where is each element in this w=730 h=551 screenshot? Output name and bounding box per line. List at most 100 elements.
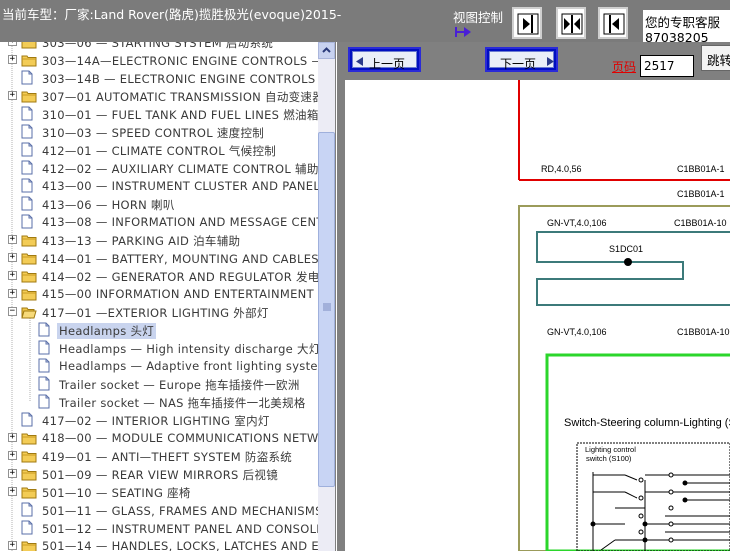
tree-child-item[interactable]: Headlamps — High intensity discharge 大灯 … xyxy=(0,339,318,357)
expand-right-icon xyxy=(517,13,539,35)
folder-icon xyxy=(21,541,37,551)
expand-icon[interactable]: + xyxy=(8,487,17,496)
tree-item[interactable]: 501—12 — INSTRUMENT PANEL AND CONSOLE 仪表… xyxy=(0,519,318,537)
folder-icon xyxy=(21,451,37,463)
tree-item-label: 413—00 — INSTRUMENT CLUSTER AND PANEL IL… xyxy=(42,179,318,193)
tree-item-label: 501—10 — SEATING 座椅 xyxy=(42,486,191,500)
tree-item-label: 413—13 — PARKING AID 泊车辅助 xyxy=(42,234,241,248)
tree-item[interactable]: 310—01 — FUEL TANK AND FUEL LINES 燃油箱和燃油… xyxy=(0,105,318,123)
tree-item[interactable]: +501—09 — REAR VIEW MIRRORS 后视镜 xyxy=(0,465,318,483)
tree-item[interactable]: 501—11 — GLASS, FRAMES AND MECHANISMS 玻璃 xyxy=(0,501,318,519)
tree-item-label: 419—01 — ANTI—THEFT SYSTEM 防盗系统 xyxy=(42,450,293,464)
expand-icon[interactable]: + xyxy=(8,235,17,244)
expand-icon[interactable]: + xyxy=(8,451,17,460)
tree-item-label: 414—01 — BATTERY, MOUNTING AND CABLES 蓄电… xyxy=(42,252,318,266)
tree-scrollbar[interactable] xyxy=(318,42,335,551)
customer-service-label: 您的专职客服 xyxy=(645,15,721,30)
diagram-viewer: 上一页 下一页 页码 跳转 RD,4.0,56 C1BB01A-1 C1BB01… xyxy=(337,42,730,551)
tree-item[interactable]: 413—00 — INSTRUMENT CLUSTER AND PANEL IL… xyxy=(0,177,318,195)
expand-icon[interactable]: + xyxy=(8,253,17,262)
expand-icon[interactable]: + xyxy=(8,271,17,280)
tree-item-label: 310—01 — FUEL TANK AND FUEL LINES 燃油箱和燃油… xyxy=(42,108,318,122)
splice-section: GN-VT,4.0,106 C1BB01A-10 S1DC01 GN-VT,4.… xyxy=(518,205,730,551)
tree-item[interactable]: +501—14 — HANDLES, LOCKS, LATCHES AND EN… xyxy=(0,537,318,551)
collapse-icon[interactable]: − xyxy=(8,307,17,316)
jump-button[interactable]: 跳转 xyxy=(701,45,730,71)
tree-item[interactable]: − 417—01 —EXTERIOR LIGHTING 外部灯 xyxy=(0,303,318,321)
expand-icon[interactable]: + xyxy=(8,42,17,46)
document-icon xyxy=(21,214,33,229)
connector-label-2: C1BB01A-1 xyxy=(677,189,725,199)
tree-item-label: Headlamps 头灯 xyxy=(57,323,157,339)
document-icon xyxy=(21,178,33,193)
document-icon xyxy=(21,124,33,139)
tree-item-label: 501—09 — REAR VIEW MIRRORS 后视镜 xyxy=(42,468,279,482)
tree-child-item[interactable]: Headlamps — Adaptive front lighting syst… xyxy=(0,357,318,375)
tree-item[interactable]: 303—14B — ELECTRONIC ENGINE CONTROLS — 发… xyxy=(0,69,318,87)
switch-sub-label-2: switch (S100) xyxy=(586,454,632,463)
expand-left-icon xyxy=(603,13,625,35)
view-panel-expand-left-button[interactable] xyxy=(598,7,628,39)
page-number-input[interactable] xyxy=(640,55,694,77)
tree-item[interactable]: +307—01 AUTOMATIC TRANSMISSION 自动变速器 xyxy=(0,87,318,105)
connector-label-3: C1BB01A-10 xyxy=(674,218,727,228)
scroll-grip-icon xyxy=(323,303,331,311)
tree-child-item[interactable]: Trailer socket — NAS 拖车插接件一北美规格 xyxy=(0,393,318,411)
tree-item-label: 303—14A—ELECTRONIC ENGINE CONTROLS — 发动机… xyxy=(42,54,318,68)
wire-label-red: RD,4.0,56 xyxy=(541,164,582,174)
tree-item[interactable]: +303—14A—ELECTRONIC ENGINE CONTROLS — 发动… xyxy=(0,51,318,69)
tree-item-label: 310—03 — SPEED CONTROL 速度控制 xyxy=(42,126,265,140)
scroll-up-button[interactable] xyxy=(318,42,335,59)
folder-icon xyxy=(21,433,37,445)
splice-label: S1DC01 xyxy=(609,244,643,254)
tree-item[interactable]: 413—06 — HORN 喇叭 xyxy=(0,195,318,213)
tree-item-label: 414—02 — GENERATOR AND REGULATOR 发电机和调节器 xyxy=(42,270,318,284)
tree-item[interactable]: +414—02 — GENERATOR AND REGULATOR 发电机和调节… xyxy=(0,267,318,285)
tree-item-label: 417—01 —EXTERIOR LIGHTING 外部灯 xyxy=(42,306,269,320)
tree-item[interactable]: +419—01 — ANTI—THEFT SYSTEM 防盗系统 xyxy=(0,447,318,465)
scroll-thumb[interactable] xyxy=(318,132,335,487)
tree-item[interactable]: +415—00 INFORMATION AND ENTERTAINMENT SY… xyxy=(0,285,318,303)
tree-item[interactable]: +501—10 — SEATING 座椅 xyxy=(0,483,318,501)
tree-item[interactable]: 412—01 — CLIMATE CONTROL 气候控制 xyxy=(0,141,318,159)
tree-item[interactable]: +414—01 — BATTERY, MOUNTING AND CABLES 蓄… xyxy=(0,249,318,267)
previous-page-button[interactable]: 上一页 xyxy=(348,47,421,72)
wire-label-gnvt-1: GN-VT,4.0,106 xyxy=(547,218,607,228)
document-icon xyxy=(21,502,33,517)
expand-icon[interactable]: + xyxy=(8,91,17,100)
tree-item[interactable]: +413—13 — PARKING AID 泊车辅助 xyxy=(0,231,318,249)
expand-icon[interactable]: + xyxy=(8,469,17,478)
wiring-diagram-page: RD,4.0,56 C1BB01A-1 C1BB01A-1 GN-VT,4.0,… xyxy=(345,80,730,551)
tree-item-label: 501—11 — GLASS, FRAMES AND MECHANISMS 玻璃 xyxy=(42,504,318,518)
expand-icon[interactable]: + xyxy=(8,289,17,298)
tree-child-item[interactable]: Headlamps 头灯 xyxy=(0,321,318,339)
tree-item[interactable]: 310—03 — SPEED CONTROL 速度控制 xyxy=(0,123,318,141)
expand-icon[interactable]: + xyxy=(8,55,17,64)
tree-item[interactable]: 413—08 — INFORMATION AND MESSAGE CENTER xyxy=(0,213,318,231)
expand-icon[interactable]: + xyxy=(8,433,17,442)
connector-label-4: C1BB01A-10 xyxy=(677,327,730,337)
tree-item-label: Trailer socket — Europe 拖车插接件一欧洲 xyxy=(59,378,300,392)
chapter-tree: +303—06 — STARTING SYSTEM 启动系统+303—14A—E… xyxy=(0,42,318,551)
tree-item[interactable]: 412—02 — AUXILIARY CLIMATE CONTROL 辅助气候控… xyxy=(0,159,318,177)
document-icon xyxy=(38,340,50,355)
tree-item[interactable]: 417—02 — INTERIOR LIGHTING 室内灯 xyxy=(0,411,318,429)
document-icon xyxy=(21,196,33,211)
page-number-label: 页码 xyxy=(612,60,637,74)
tree-child-item[interactable]: Trailer socket — Europe 拖车插接件一欧洲 xyxy=(0,375,318,393)
tree-item-label: 307—01 AUTOMATIC TRANSMISSION 自动变速器 xyxy=(42,90,318,104)
folder-icon xyxy=(21,91,37,103)
view-panel-expand-right-button[interactable] xyxy=(512,7,542,39)
switch-section: Switch-Steering column-Lighting (S175) L… xyxy=(545,353,730,551)
folder-icon xyxy=(21,42,37,49)
tree-item-label: 413—06 — HORN 喇叭 xyxy=(42,198,175,212)
tree-item[interactable]: +303—06 — STARTING SYSTEM 启动系统 xyxy=(0,42,318,51)
previous-page-label: 上一页 xyxy=(369,57,406,71)
wiring-diagram: RD,4.0,56 C1BB01A-1 C1BB01A-1 GN-VT,4.0,… xyxy=(518,80,730,551)
tree-item[interactable]: +418—00 — MODULE COMMUNICATIONS NETWORK xyxy=(0,429,318,447)
expand-icon[interactable]: + xyxy=(8,541,17,550)
tree-item-label: 413—08 — INFORMATION AND MESSAGE CENTER xyxy=(42,215,318,229)
next-page-button[interactable]: 下一页 xyxy=(485,47,558,72)
view-panel-split-button[interactable] xyxy=(556,7,586,39)
wire-label-gnvt-2: GN-VT,4.0,106 xyxy=(547,327,607,337)
